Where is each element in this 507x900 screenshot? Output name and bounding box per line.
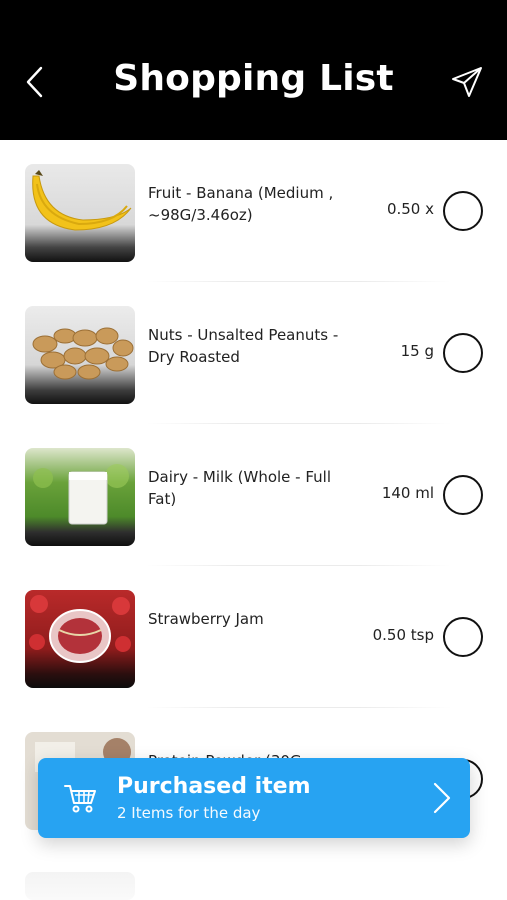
item-checkbox[interactable] xyxy=(443,333,483,373)
list-item[interactable]: Dairy - Milk (Whole - Full Fat) 140 ml xyxy=(0,424,507,566)
list-item[interactable]: Nuts - Unsalted Peanuts - Dry Roasted 15… xyxy=(0,282,507,424)
purchased-items-bar[interactable]: Purchased item 2 Items for the day xyxy=(38,758,470,838)
page-title: Shopping List xyxy=(113,58,394,99)
item-name: Strawberry Jam xyxy=(148,610,264,628)
item-quantity: 15 g xyxy=(400,342,434,360)
send-button[interactable] xyxy=(447,62,487,102)
list-item[interactable]: Strawberry Jam 0.50 tsp xyxy=(0,566,507,708)
item-name: Nuts - Unsalted Peanuts - Dry Roasted xyxy=(148,326,339,366)
peanuts-image xyxy=(25,306,135,404)
milk-image xyxy=(25,448,135,546)
shopping-list: Fruit - Banana (Medium , ~98G/3.46oz) 0.… xyxy=(0,140,507,850)
shopping-cart-icon xyxy=(64,785,96,813)
purchased-subtitle: 2 Items for the day xyxy=(117,804,261,822)
item-quantity: 0.50 tsp xyxy=(372,626,434,644)
item-quantity: 0.50 x xyxy=(386,200,434,218)
chevron-right-icon xyxy=(433,782,451,814)
item-name: Dairy - Milk (Whole - Full Fat) xyxy=(148,468,331,508)
banana-image xyxy=(25,164,135,262)
next-item-thumbnail xyxy=(25,872,135,900)
item-name: Fruit - Banana (Medium , ~98G/3.46oz) xyxy=(148,184,334,224)
item-checkbox[interactable] xyxy=(443,475,483,515)
app-header: Shopping List xyxy=(0,0,507,140)
strawberry-jam-image xyxy=(25,590,135,688)
item-checkbox[interactable] xyxy=(443,617,483,657)
purchased-title: Purchased item xyxy=(117,774,311,799)
item-checkbox[interactable] xyxy=(443,191,483,231)
item-quantity: 140 ml xyxy=(381,484,434,502)
list-item[interactable]: Fruit - Banana (Medium , ~98G/3.46oz) 0.… xyxy=(0,140,507,282)
paper-plane-icon xyxy=(452,67,482,97)
